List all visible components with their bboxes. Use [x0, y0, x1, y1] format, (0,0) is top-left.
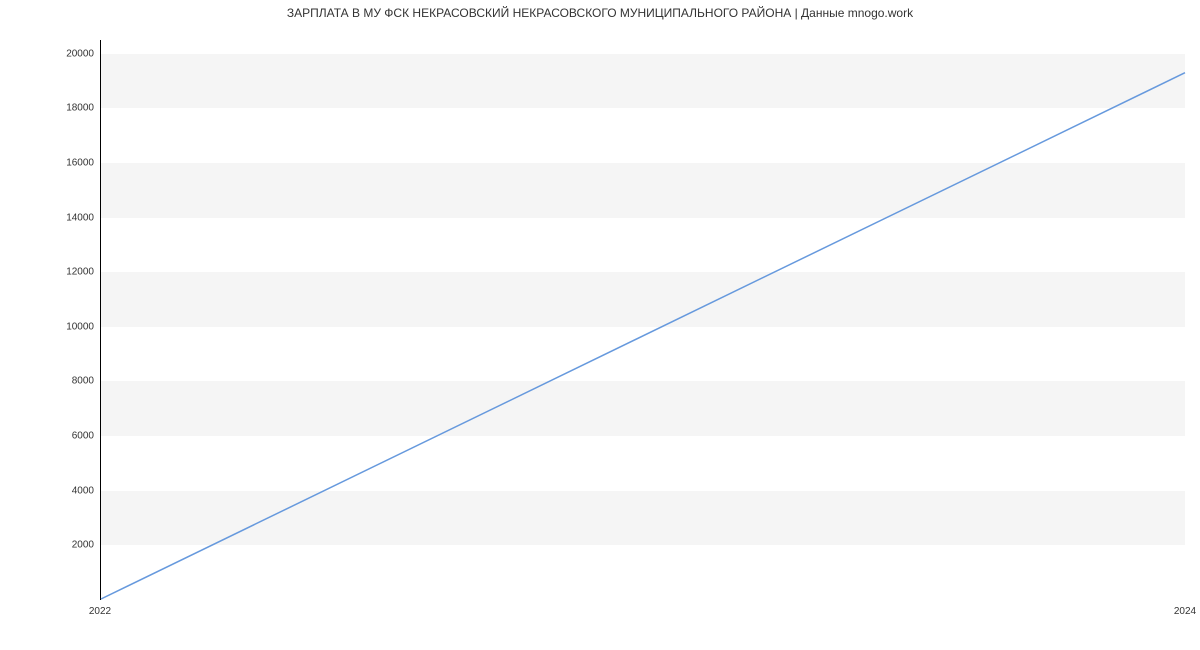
data-line	[101, 40, 1185, 599]
y-tick-label: 4000	[44, 485, 94, 496]
y-tick-label: 18000	[44, 103, 94, 114]
x-tick-label: 2022	[89, 606, 111, 617]
chart-title: ЗАРПЛАТА В МУ ФСК НЕКРАСОВСКИЙ НЕКРАСОВС…	[0, 6, 1200, 20]
y-tick-label: 14000	[44, 212, 94, 223]
y-tick-label: 2000	[44, 540, 94, 551]
y-tick-label: 12000	[44, 267, 94, 278]
y-tick-label: 8000	[44, 376, 94, 387]
x-tick-label: 2024	[1174, 606, 1196, 617]
y-tick-label: 20000	[44, 48, 94, 59]
y-tick-label: 16000	[44, 157, 94, 168]
plot-area	[100, 40, 1185, 600]
y-tick-label: 6000	[44, 431, 94, 442]
chart-container: ЗАРПЛАТА В МУ ФСК НЕКРАСОВСКИЙ НЕКРАСОВС…	[0, 0, 1200, 650]
y-tick-label: 10000	[44, 321, 94, 332]
